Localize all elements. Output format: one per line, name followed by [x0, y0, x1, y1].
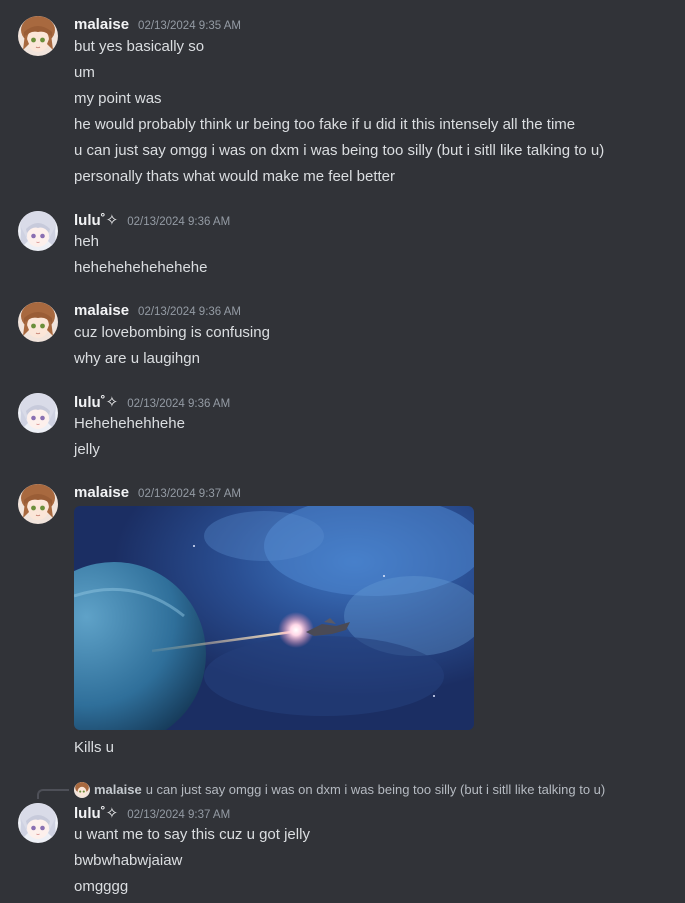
message-text: cuz lovebombing is confusing — [74, 324, 270, 341]
message-text: Hehehehehhehe — [74, 415, 185, 432]
message-header: lulu˚✧ 02/13/2024 9:36 AM — [74, 211, 230, 229]
message-header: malaise 02/13/2024 9:35 AM — [74, 16, 241, 33]
username[interactable]: malaise — [74, 484, 129, 501]
timestamp[interactable]: 02/13/2024 9:37 AM — [127, 809, 230, 821]
message-text: omgggg — [74, 878, 129, 895]
avatar-lulu[interactable] — [18, 803, 58, 843]
timestamp[interactable]: 02/13/2024 9:36 AM — [138, 306, 241, 318]
message-text: jelly — [74, 441, 100, 458]
message-header: malaise 02/13/2024 9:36 AM — [74, 302, 241, 319]
reply-avatar[interactable] — [74, 781, 90, 798]
message-text: um — [74, 64, 95, 81]
message-header: malaise 02/13/2024 9:37 AM — [74, 484, 241, 501]
message-text: heh — [74, 233, 100, 250]
message-text: personally thats what would make me feel… — [74, 168, 395, 185]
timestamp[interactable]: 02/13/2024 9:36 AM — [127, 398, 230, 410]
reply-preview[interactable]: malaise u can just say omgg i was on dxm… — [74, 781, 605, 798]
message-text: why are u laugihgn — [74, 350, 200, 367]
timestamp[interactable]: 02/13/2024 9:37 AM — [138, 488, 241, 500]
message-text: bwbwhabwjaiaw — [74, 852, 183, 869]
reply-connector — [37, 789, 69, 799]
reply-username[interactable]: malaise — [94, 782, 142, 797]
username[interactable]: malaise — [74, 16, 129, 33]
message-text: u can just say omgg i was on dxm i was b… — [74, 142, 605, 159]
message-header: lulu˚✧ 02/13/2024 9:36 AM — [74, 393, 230, 411]
message-text: he would probably think ur being too fak… — [74, 116, 576, 133]
username[interactable]: lulu˚✧ — [74, 804, 118, 822]
avatar-malaise[interactable] — [18, 484, 58, 524]
reply-text[interactable]: u can just say omgg i was on dxm i was b… — [146, 782, 606, 797]
message-text: Kills u — [74, 739, 115, 756]
avatar-lulu[interactable] — [18, 393, 58, 433]
avatar-malaise[interactable] — [18, 302, 58, 342]
message-text: my point was — [74, 90, 162, 107]
timestamp[interactable]: 02/13/2024 9:35 AM — [138, 20, 241, 32]
username[interactable]: malaise — [74, 302, 129, 319]
username[interactable]: lulu˚✧ — [74, 211, 118, 229]
avatar-malaise[interactable] — [18, 16, 58, 56]
image-attachment[interactable] — [74, 506, 474, 730]
message-text: hehehehehehehehe — [74, 259, 208, 276]
timestamp[interactable]: 02/13/2024 9:36 AM — [127, 216, 230, 228]
message-text: but yes basically so — [74, 38, 205, 55]
message-text: u want me to say this cuz u got jelly — [74, 826, 310, 843]
username[interactable]: lulu˚✧ — [74, 393, 118, 411]
avatar-lulu[interactable] — [18, 211, 58, 251]
message-header: lulu˚✧ 02/13/2024 9:37 AM — [74, 804, 230, 822]
